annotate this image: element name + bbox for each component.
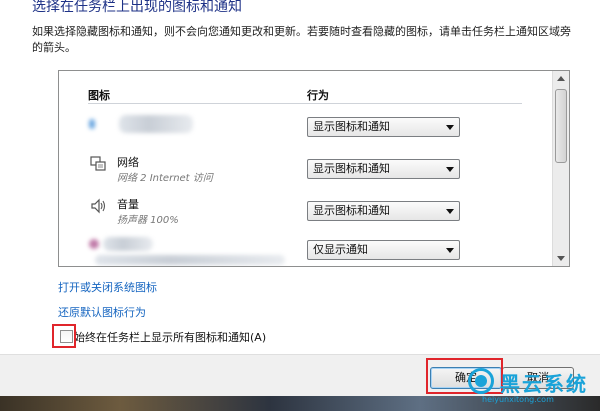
table-row: 网络 网络 2 Internet 访问 显示图标和通知 — [59, 151, 553, 191]
blurred-app-label — [103, 237, 153, 251]
behavior-select-value: 显示图标和通知 — [313, 120, 390, 133]
behavior-select-value: 显示图标和通知 — [313, 204, 390, 217]
chevron-down-icon — [446, 209, 454, 214]
column-header-icon: 图标 — [88, 89, 110, 102]
chevron-down-icon — [446, 125, 454, 130]
row-subtext: 网络 2 Internet 访问 — [117, 173, 213, 184]
highlight-box-checkbox — [52, 324, 76, 348]
behavior-select[interactable]: 显示图标和通知 — [307, 117, 460, 137]
page-title: 选择在任务栏上出现的图标和通知 — [32, 0, 242, 15]
row-subtext: 扬声器 100% — [117, 215, 179, 226]
always-show-checkbox-label: 始终在任务栏上显示所有图标和通知(A) — [74, 331, 267, 344]
vertical-scrollbar[interactable] — [552, 71, 569, 266]
column-header-behavior: 行为 — [307, 89, 329, 102]
chevron-down-icon — [446, 167, 454, 172]
blurred-app-label — [119, 115, 193, 133]
watermark: 黑云系统 heiyunxitong.com — [468, 368, 600, 408]
page-description: 如果选择隐藏图标和通知，则不会向您通知更改和更新。若要随时查看隐藏的图标，请单击… — [32, 25, 571, 54]
row-name: 网络 — [117, 156, 139, 169]
speaker-icon — [91, 198, 106, 214]
system-icons-link[interactable]: 打开或关闭系统图标 — [58, 279, 157, 295]
behavior-select[interactable]: 显示图标和通知 — [307, 159, 460, 179]
behavior-select[interactable]: 显示图标和通知 — [307, 201, 460, 221]
blurred-app-icon — [89, 239, 99, 249]
blurred-app-subtext — [95, 255, 285, 265]
header-divider — [88, 103, 522, 104]
brand-logo-icon — [468, 368, 494, 394]
watermark-brand: 黑云系统 — [500, 372, 588, 396]
watermark-url: heiyunxitong.com — [482, 395, 554, 404]
chevron-down-icon — [557, 256, 565, 261]
scrollbar-thumb[interactable] — [555, 89, 567, 163]
table-row: 音量 扬声器 100% 显示图标和通知 — [59, 193, 553, 233]
scroll-up-button[interactable] — [553, 71, 569, 87]
table-row: 仅显示通知 — [59, 233, 553, 266]
notification-icons-list: 图标 行为 显示图标和通知 网络 网络 2 Internet 访问 显示图标和通… — [58, 70, 570, 267]
chevron-up-icon — [557, 76, 565, 81]
behavior-select-value: 仅显示通知 — [313, 243, 368, 256]
row-name: 音量 — [117, 198, 139, 211]
blurred-app-icon — [89, 119, 95, 129]
network-icon — [90, 156, 106, 171]
restore-default-link[interactable]: 还原默认图标行为 — [58, 304, 146, 320]
chevron-down-icon — [446, 248, 454, 253]
scroll-down-button[interactable] — [553, 250, 569, 266]
behavior-select[interactable]: 仅显示通知 — [307, 240, 460, 260]
table-row: 显示图标和通知 — [59, 109, 553, 149]
behavior-select-value: 显示图标和通知 — [313, 162, 390, 175]
